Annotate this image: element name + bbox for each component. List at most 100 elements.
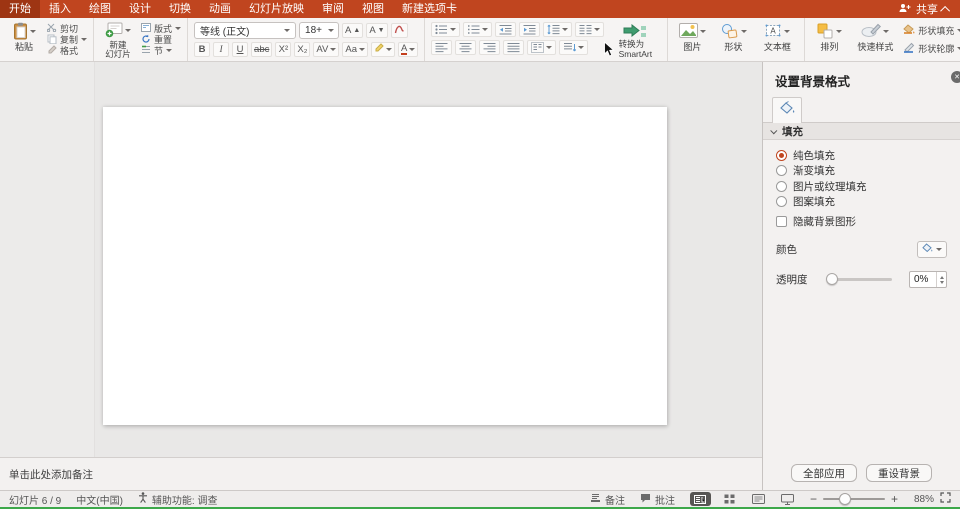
shape-outline-button[interactable]: 形状轮廓 — [903, 43, 960, 54]
quick-styles-button[interactable]: 快速样式 — [852, 21, 898, 59]
highlight-color-button[interactable] — [371, 42, 395, 57]
color-label: 颜色 — [776, 242, 797, 257]
spin-down-icon[interactable] — [940, 281, 944, 284]
slide-number-indicator[interactable]: 幻灯片 6 / 9 — [9, 492, 61, 507]
picture-button[interactable]: 图片 — [674, 21, 710, 59]
tab-review[interactable]: 审阅 — [313, 0, 353, 18]
new-slide-button[interactable]: 新建幻灯片 — [100, 21, 136, 59]
slide-thumbnail-pane[interactable] — [0, 62, 95, 457]
justify-button[interactable] — [503, 40, 524, 55]
subscript-button[interactable]: X₂ — [294, 42, 310, 57]
gradient-fill-radio[interactable]: 渐变填充 — [776, 165, 947, 177]
bold-button[interactable]: B — [194, 42, 210, 57]
spin-up-icon[interactable] — [940, 276, 944, 279]
tab-home[interactable]: 开始 — [0, 0, 40, 18]
fit-to-window-icon[interactable] — [940, 492, 951, 506]
apply-to-all-button[interactable]: 全部应用 — [791, 464, 857, 482]
font-color-button[interactable]: A — [398, 42, 418, 57]
bullets-button[interactable] — [431, 22, 460, 37]
shape-fill-button[interactable]: 形状填充 — [903, 25, 960, 36]
dropdown-caret-icon — [578, 46, 584, 49]
comments-toggle[interactable]: 批注 — [640, 492, 675, 507]
collapse-ribbon-icon[interactable] — [940, 5, 950, 15]
increase-indent-button[interactable] — [519, 22, 540, 37]
notes-toggle[interactable]: 备注 — [590, 492, 625, 507]
paste-button[interactable]: 粘贴 — [6, 21, 42, 59]
clear-formatting-button[interactable] — [391, 23, 408, 38]
zoom-slider-thumb[interactable] — [839, 493, 851, 505]
textbox-button[interactable]: A 文本框 — [756, 21, 798, 59]
normal-view-button[interactable] — [690, 492, 711, 506]
hide-background-checkbox[interactable]: 隐藏背景图形 — [776, 215, 947, 227]
dropdown-caret-icon — [546, 46, 552, 49]
zoom-out-button[interactable]: − — [810, 493, 817, 505]
quick-styles-icon — [861, 23, 881, 40]
italic-button[interactable]: I — [213, 42, 229, 57]
font-group: 等线 (正文) 18+ A▲ A▼ B I U abc X² X₂ AV Aa — [188, 18, 425, 61]
tab-insert[interactable]: 插入 — [40, 0, 80, 18]
dropdown-caret-icon — [386, 48, 392, 51]
shapes-button[interactable]: 形状 — [715, 21, 751, 59]
align-left-button[interactable] — [431, 40, 452, 55]
tab-view[interactable]: 视图 — [353, 0, 393, 18]
fill-color-button[interactable] — [917, 241, 947, 258]
shrink-font-button[interactable]: A▼ — [366, 23, 387, 38]
font-size-select[interactable]: 18+ — [299, 22, 339, 39]
spinner-arrows[interactable] — [936, 272, 946, 287]
slideshow-view-button[interactable] — [777, 492, 798, 506]
align-center-button[interactable] — [455, 40, 476, 55]
slide[interactable] — [103, 107, 667, 425]
convert-to-smartart-button[interactable]: 转换为SmartArt — [609, 21, 661, 59]
reading-view-button[interactable] — [748, 492, 769, 506]
align-right-button[interactable] — [479, 40, 500, 55]
font-name-select[interactable]: 等线 (正文) — [194, 22, 296, 39]
align-text-vertical-button[interactable] — [559, 40, 588, 55]
radio-icon — [776, 150, 787, 161]
tab-slideshow[interactable]: 幻灯片放映 — [240, 0, 313, 18]
decrease-indent-button[interactable] — [495, 22, 516, 37]
tab-custom[interactable]: 新建选项卡 — [393, 0, 466, 18]
format-background-panel: 设置背景格式 ✕ 填充 纯色填充 渐变填充 图片或纹理填充 图案填充 隐藏背景图… — [762, 62, 960, 490]
superscript-button[interactable]: X² — [275, 42, 291, 57]
zoom-in-button[interactable]: + — [891, 493, 898, 505]
zoom-slider[interactable] — [823, 498, 885, 500]
transparency-value-input[interactable] — [910, 274, 936, 285]
character-spacing-button[interactable]: AV — [313, 42, 339, 57]
share-button[interactable]: 共享 — [916, 1, 938, 17]
picture-texture-fill-radio[interactable]: 图片或纹理填充 — [776, 180, 947, 192]
columns-button[interactable] — [575, 22, 604, 37]
change-case-button[interactable]: Aa — [342, 42, 368, 57]
section-button[interactable]: 节 — [141, 45, 181, 56]
pattern-fill-radio[interactable]: 图案填充 — [776, 196, 947, 208]
panel-close-icon[interactable]: ✕ — [951, 71, 960, 83]
slide-sorter-view-button[interactable] — [719, 492, 740, 506]
fill-section-header[interactable]: 填充 — [763, 123, 960, 140]
slider-thumb[interactable] — [826, 273, 838, 285]
tab-draw[interactable]: 绘图 — [80, 0, 120, 18]
solid-fill-radio[interactable]: 纯色填充 — [776, 149, 947, 161]
dropdown-caret-icon — [594, 28, 600, 31]
tab-design[interactable]: 设计 — [120, 0, 160, 18]
transparency-spinner[interactable] — [909, 271, 947, 288]
format-painter-icon — [47, 45, 57, 57]
zoom-level[interactable]: 88% — [904, 494, 934, 505]
numbering-button[interactable] — [463, 22, 492, 37]
tab-transitions[interactable]: 切换 — [160, 0, 200, 18]
transparency-slider[interactable] — [828, 278, 892, 281]
add-remove-columns-button[interactable] — [527, 40, 556, 55]
accessibility-indicator[interactable]: 辅助功能: 调查 — [138, 492, 218, 507]
notes-pane[interactable]: 单击此处添加备注 — [0, 457, 762, 490]
ribbon-tab-bar: 开始 插入 绘图 设计 切换 动画 幻灯片放映 审阅 视图 新建选项卡 共享 — [0, 0, 960, 18]
reset-background-button[interactable]: 重设背景 — [866, 464, 932, 482]
grow-font-button[interactable]: A▲ — [342, 23, 363, 38]
comment-icon — [640, 493, 651, 506]
language-indicator[interactable]: 中文(中国) — [76, 492, 123, 507]
arrange-button[interactable]: 排列 — [811, 21, 847, 59]
format-painter-button[interactable]: 格式 — [47, 45, 87, 56]
strikethrough-button[interactable]: abc — [251, 42, 272, 57]
decrease-indent-icon — [499, 24, 512, 35]
fill-tab[interactable] — [772, 97, 802, 123]
line-spacing-button[interactable] — [543, 22, 572, 37]
underline-button[interactable]: U — [232, 42, 248, 57]
tab-animations[interactable]: 动画 — [200, 0, 240, 18]
